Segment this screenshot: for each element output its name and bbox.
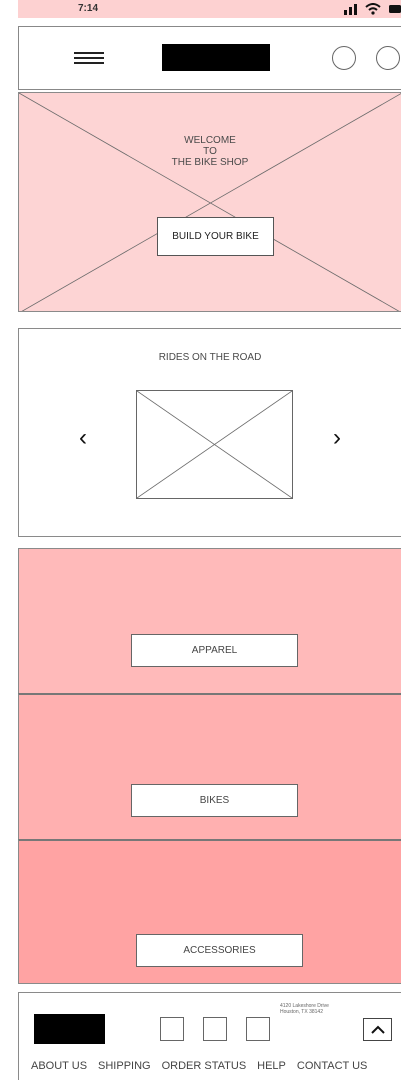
status-bar: 7:14 <box>18 0 401 18</box>
footer-link-about-us[interactable]: ABOUT US <box>31 1060 87 1072</box>
footer-link-help[interactable]: HELP <box>257 1060 286 1072</box>
social-icon-3[interactable] <box>246 1017 270 1041</box>
signal-icon <box>344 3 357 15</box>
social-icon-2[interactable] <box>203 1017 227 1041</box>
category-accessories[interactable]: ACCESSORIES <box>18 839 401 984</box>
build-your-bike-button[interactable]: BUILD YOUR BIKE <box>157 217 274 256</box>
footer-link-order-status[interactable]: ORDER STATUS <box>162 1060 247 1072</box>
chevron-right-icon[interactable]: › <box>333 426 341 450</box>
welcome-line-1: WELCOME <box>184 135 236 146</box>
chevron-left-icon[interactable]: ‹ <box>79 426 87 450</box>
apparel-button[interactable]: APPAREL <box>131 634 298 667</box>
carousel-image-placeholder <box>136 390 293 499</box>
wifi-icon <box>365 3 381 15</box>
footer-link-contact-us[interactable]: CONTACT US <box>297 1060 368 1072</box>
footer-links: ABOUT US SHIPPING ORDER STATUS HELP CONT… <box>31 1060 367 1072</box>
battery-icon <box>389 5 401 13</box>
accessories-button[interactable]: ACCESSORIES <box>136 934 303 967</box>
welcome-line-3: THE BIKE SHOP <box>171 157 249 168</box>
status-icons <box>344 2 401 16</box>
logo[interactable] <box>162 44 270 71</box>
footer-link-shipping[interactable]: SHIPPING <box>98 1060 151 1072</box>
header <box>18 26 401 90</box>
address-line-2: Houston, TX 38142 <box>280 1009 323 1015</box>
rides-carousel: RIDES ON THE ROAD ‹ › <box>18 328 401 537</box>
store-address: 4120 Lakeshore Drive Houston, TX 38142 <box>280 1003 329 1015</box>
social-icon-1[interactable] <box>160 1017 184 1041</box>
status-time: 7:14 <box>78 3 99 14</box>
hamburger-icon[interactable] <box>74 52 104 64</box>
welcome-line-2: TO <box>203 146 217 157</box>
hero-banner: WELCOME TO THE BIKE SHOP BUILD YOUR BIKE <box>18 92 401 312</box>
footer: 4120 Lakeshore Drive Houston, TX 38142 A… <box>18 992 401 1080</box>
category-bikes[interactable]: BIKES <box>18 693 401 839</box>
footer-logo[interactable] <box>34 1014 105 1044</box>
category-apparel[interactable]: APPAREL <box>18 548 401 693</box>
account-icon[interactable] <box>332 46 356 70</box>
hero-image-placeholder <box>19 93 401 311</box>
rides-title: RIDES ON THE ROAD <box>158 352 262 363</box>
back-to-top-button[interactable] <box>363 1018 392 1041</box>
hero-welcome-text: WELCOME TO THE BIKE SHOP <box>19 135 401 168</box>
bikes-button[interactable]: BIKES <box>131 784 298 817</box>
chevron-up-icon <box>370 1025 385 1034</box>
cart-icon[interactable] <box>376 46 400 70</box>
